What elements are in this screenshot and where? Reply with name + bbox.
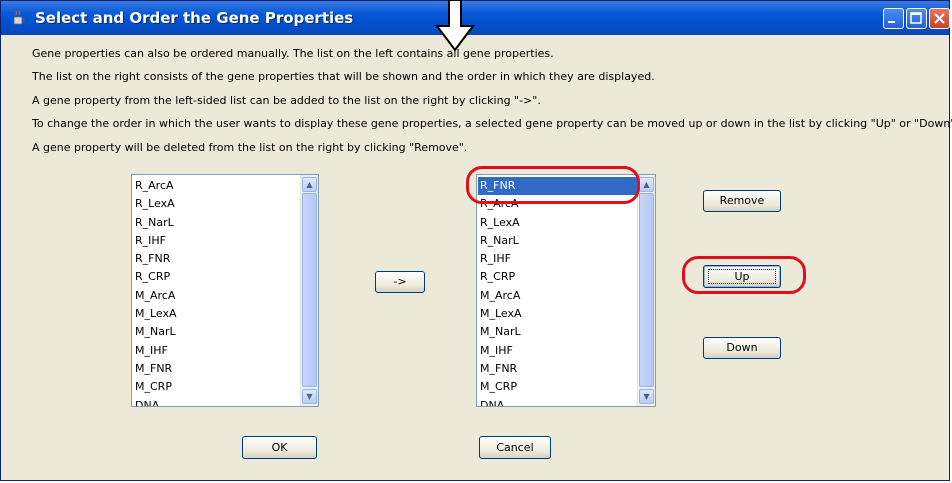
scroll-up-icon[interactable]: ▲: [639, 177, 654, 192]
list-item[interactable]: R_NarL: [478, 232, 637, 250]
list-item[interactable]: R_CRP: [478, 268, 637, 286]
pointer-arrow-icon: [435, 0, 475, 52]
scroll-thumb[interactable]: [302, 193, 317, 387]
list-item[interactable]: M_LexA: [478, 305, 637, 323]
list-item[interactable]: R_IHF: [133, 232, 300, 250]
list-item[interactable]: M_NarL: [478, 323, 637, 341]
left-list-scrollbar[interactable]: ▲ ▼: [300, 175, 318, 406]
list-item[interactable]: M_FNR: [133, 360, 300, 378]
instruction-line: The list on the right consists of the ge…: [32, 70, 655, 84]
down-button[interactable]: Down: [703, 337, 781, 359]
list-item[interactable]: R_CRP: [133, 268, 300, 286]
list-item[interactable]: R_LexA: [133, 195, 300, 213]
right-list-scrollbar[interactable]: ▲ ▼: [637, 175, 655, 406]
java-cup-icon: [13, 10, 25, 25]
highlight-up-button: [682, 256, 806, 294]
highlight-selected-item: [466, 166, 640, 204]
ok-button[interactable]: OK: [242, 436, 317, 459]
shown-properties-list[interactable]: R_FNR R_ArcA R_LexA R_NarL R_IHF R_CRP M…: [476, 174, 656, 407]
list-item[interactable]: M_ArcA: [133, 287, 300, 305]
maximize-icon: [910, 12, 922, 24]
list-item[interactable]: DNA: [133, 397, 300, 406]
close-icon: [934, 13, 945, 24]
instructions-text: Gene properties can also be ordered manu…: [32, 45, 952, 162]
scroll-up-icon[interactable]: ▲: [302, 177, 317, 192]
list-item[interactable]: M_LexA: [133, 305, 300, 323]
list-item[interactable]: M_CRP: [133, 378, 300, 396]
close-button[interactable]: [929, 8, 950, 29]
instruction-line: To change the order in which the user wa…: [32, 117, 952, 131]
list-item[interactable]: R_LexA: [478, 214, 637, 232]
list-item[interactable]: R_IHF: [478, 250, 637, 268]
list-item[interactable]: M_IHF: [478, 342, 637, 360]
scroll-down-icon[interactable]: ▼: [639, 389, 654, 404]
instruction-line: Gene properties can also be ordered manu…: [32, 47, 554, 60]
list-item[interactable]: DNA: [478, 397, 637, 406]
list-item[interactable]: M_IHF: [133, 342, 300, 360]
list-item[interactable]: M_CRP: [478, 378, 637, 396]
all-properties-list[interactable]: R_ArcA R_LexA R_NarL R_IHF R_FNR R_CRP M…: [131, 174, 319, 407]
cancel-button[interactable]: Cancel: [479, 436, 551, 459]
minimize-button[interactable]: [883, 8, 904, 29]
dialog-window: Select and Order the Gene Properties Gen…: [0, 0, 952, 481]
list-item[interactable]: M_NarL: [133, 323, 300, 341]
add-button[interactable]: ->: [375, 271, 425, 293]
remove-button[interactable]: Remove: [703, 190, 781, 212]
scroll-thumb[interactable]: [639, 193, 654, 387]
list-item[interactable]: R_FNR: [133, 250, 300, 268]
window-title: Select and Order the Gene Properties: [35, 9, 354, 27]
instruction-line: A gene property from the left-sided list…: [32, 93, 541, 107]
scroll-down-icon[interactable]: ▼: [302, 389, 317, 404]
minimize-icon: [888, 21, 895, 23]
list-item[interactable]: M_ArcA: [478, 287, 637, 305]
instruction-line: A gene property will be deleted from the…: [32, 140, 468, 154]
list-item[interactable]: R_NarL: [133, 214, 300, 232]
list-item[interactable]: M_FNR: [478, 360, 637, 378]
list-item[interactable]: R_ArcA: [133, 177, 300, 195]
maximize-button[interactable]: [906, 8, 927, 29]
